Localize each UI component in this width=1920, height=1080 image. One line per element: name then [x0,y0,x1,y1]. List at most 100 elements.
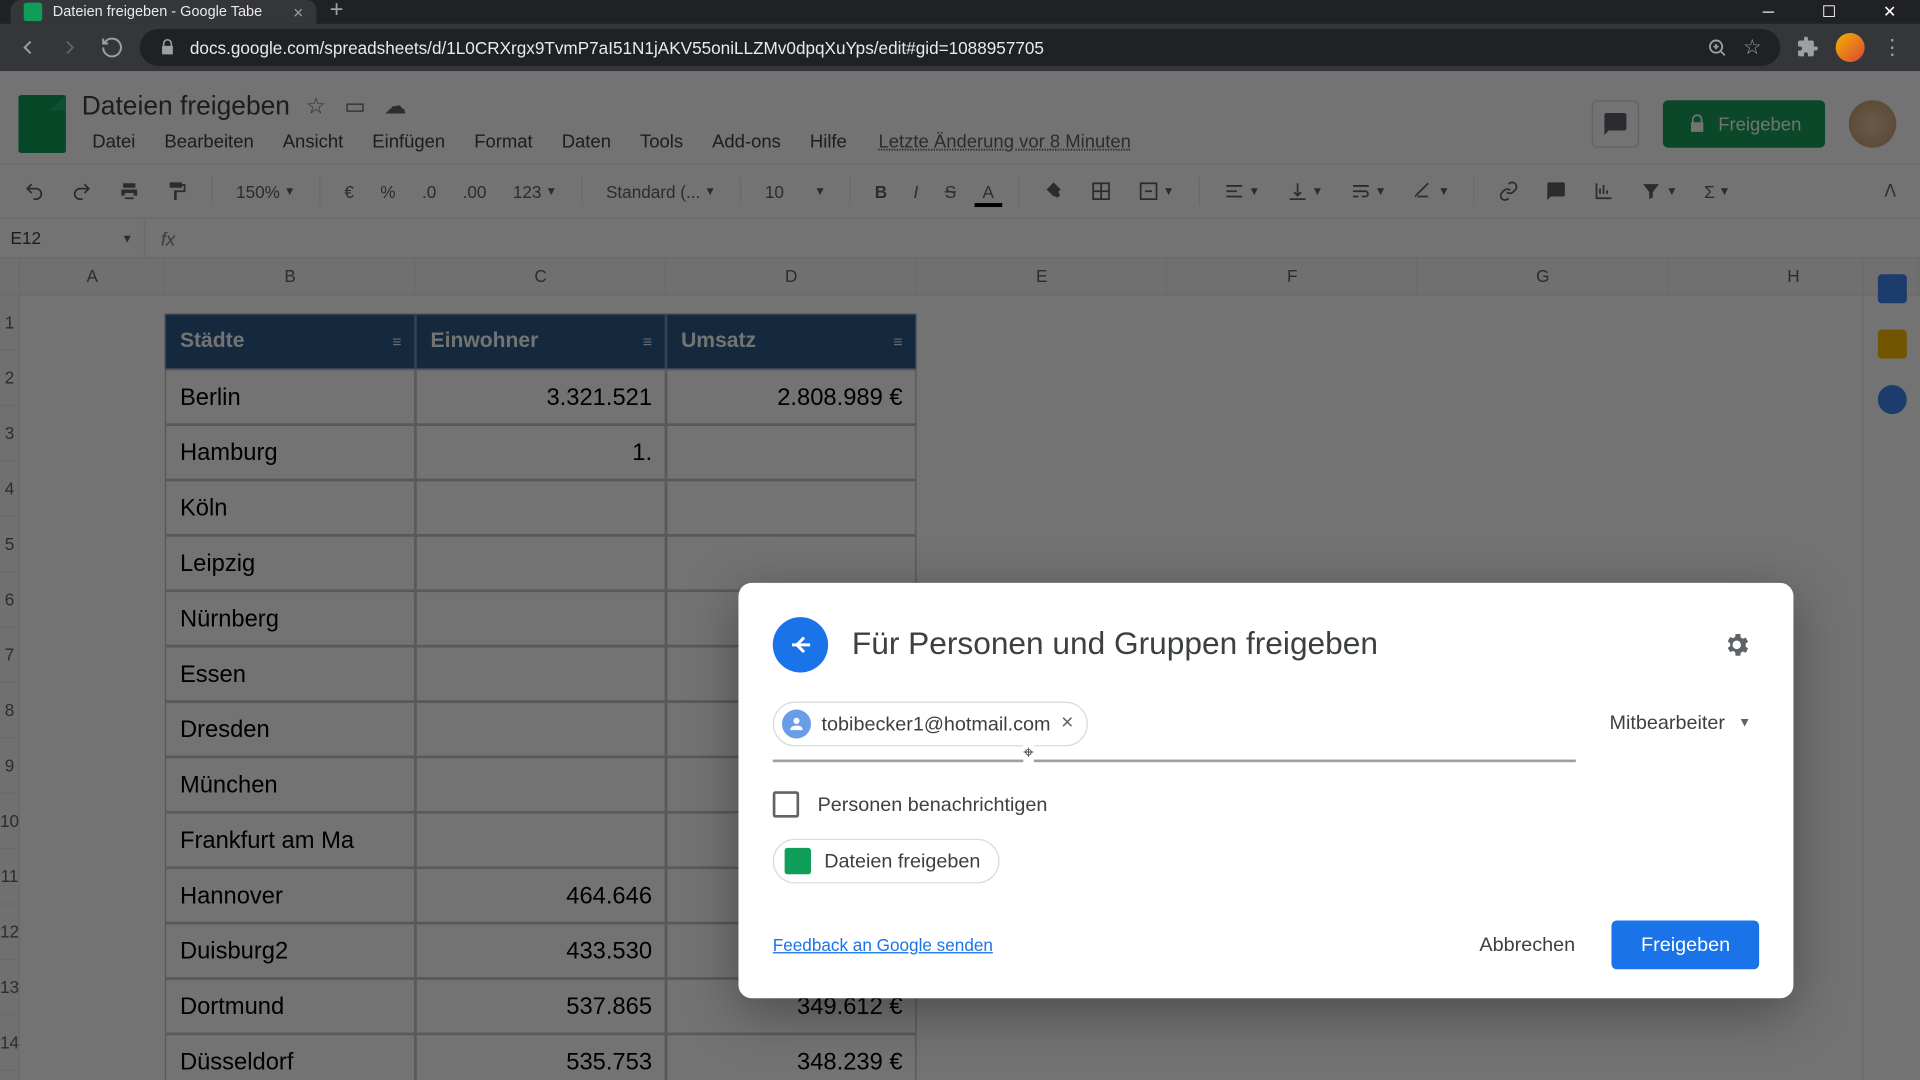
col-header[interactable]: B [165,258,416,294]
cell[interactable]: Essen [165,646,416,701]
cell[interactable]: Berlin [165,369,416,424]
bold-button[interactable]: B [867,176,895,206]
select-all-corner[interactable] [0,258,19,295]
col-header[interactable]: A [20,258,165,294]
cell[interactable]: 3.321.521 [416,369,667,424]
remove-recipient-icon[interactable]: × [1061,712,1073,736]
cell[interactable] [667,480,918,535]
row-header[interactable]: 9 [0,738,19,793]
tasks-addon-icon[interactable] [1877,385,1906,414]
filter-icon[interactable]: ≡ [392,332,401,350]
cell[interactable]: 537.865 [416,978,667,1033]
merge-button[interactable]: ▼ [1130,175,1183,207]
functions-button[interactable]: Σ ▼ [1696,176,1738,206]
menu-edit[interactable]: Bearbeiten [154,125,264,157]
row-header[interactable]: 4 [0,462,19,517]
col-header[interactable]: C [416,258,667,294]
row-header[interactable]: 11 [0,849,19,904]
row-header[interactable]: 8 [0,683,19,738]
table-row[interactable]: Düsseldorf 535.753 348.239 € [165,1034,917,1080]
document-title[interactable]: Dateien freigeben [82,92,290,122]
cell[interactable]: Nürnberg [165,591,416,646]
cell[interactable]: Düsseldorf [165,1034,416,1080]
minimize-button[interactable]: ─ [1738,0,1799,24]
menu-data[interactable]: Daten [551,125,621,157]
chart-button[interactable] [1586,175,1623,207]
redo-button[interactable] [63,175,100,207]
row-header[interactable]: 1 [0,295,19,350]
dialog-settings-button[interactable] [1714,622,1759,667]
zoom-select[interactable]: 150% ▼ [228,176,303,206]
cell[interactable]: Dresden [165,702,416,757]
star-icon[interactable]: ☆ [1743,34,1762,60]
table-row[interactable]: Hamburg 1. [165,425,917,480]
fill-color-button[interactable] [1035,175,1072,207]
percent-button[interactable]: % [372,176,403,206]
menu-file[interactable]: Datei [82,125,146,157]
role-select[interactable]: Mitbearbeiter ▼ [1602,702,1760,746]
star-doc-icon[interactable]: ☆ [306,94,326,120]
browser-profile-avatar[interactable] [1836,33,1865,62]
formula-input[interactable] [191,219,1920,257]
cell[interactable] [416,702,667,757]
recipients-input[interactable]: tobibecker1@hotmail.com × ⌖ [773,702,1575,763]
font-size-select[interactable]: 10 ▼ [757,176,834,206]
zoom-icon[interactable] [1706,37,1727,58]
filter-icon[interactable]: ≡ [893,332,902,350]
paint-format-button[interactable] [158,175,195,207]
account-avatar[interactable] [1849,100,1896,147]
link-button[interactable] [1491,175,1528,207]
cell[interactable] [416,646,667,701]
wrap-button[interactable]: ▼ [1342,175,1395,207]
cancel-button[interactable]: Abbrechen [1456,920,1599,969]
table-header-cell[interactable]: Umsatz≡ [667,314,918,369]
col-header[interactable]: E [917,258,1168,294]
row-header[interactable]: 5 [0,517,19,572]
close-window-button[interactable]: ✕ [1859,0,1920,24]
collapse-toolbar-button[interactable]: ᐱ [1877,175,1905,207]
table-row[interactable]: Köln [165,480,917,535]
filter-icon[interactable]: ≡ [643,332,652,350]
decrease-decimal-button[interactable]: .0 [414,176,444,206]
cell[interactable]: Hamburg [165,425,416,480]
borders-button[interactable] [1082,175,1119,207]
undo-button[interactable] [16,175,53,207]
filter-button[interactable]: ▼ [1633,175,1686,207]
col-header[interactable]: F [1168,258,1419,294]
menu-addons[interactable]: Add-ons [702,125,792,157]
row-header[interactable]: 15 [0,1071,19,1080]
italic-button[interactable]: I [906,176,927,206]
address-bar[interactable]: docs.google.com/spreadsheets/d/1L0CRXrgx… [140,29,1780,66]
font-select[interactable]: Standard (... ▼ [598,176,724,206]
cell[interactable]: 433.530 [416,923,667,978]
table-header-cell[interactable]: Städte≡ [165,314,416,369]
forward-icon[interactable] [55,33,84,62]
h-align-button[interactable]: ▼ [1215,175,1268,207]
cell[interactable]: Leipzig [165,535,416,590]
row-header[interactable]: 7 [0,628,19,683]
cell[interactable]: 348.239 € [667,1034,918,1080]
comments-button[interactable] [1592,100,1639,147]
browser-tab[interactable]: Dateien freigeben - Google Tabe × [11,0,317,24]
submit-share-button[interactable]: Freigeben [1612,920,1759,969]
new-tab-button[interactable]: + [316,0,356,24]
cell[interactable]: München [165,757,416,812]
back-icon[interactable] [13,33,42,62]
strike-button[interactable]: S [937,176,964,206]
cloud-status-icon[interactable]: ☁ [384,94,406,120]
col-header[interactable]: G [1418,258,1669,294]
row-header[interactable]: 10 [0,794,19,849]
share-button[interactable]: Freigeben [1663,100,1825,147]
row-header[interactable]: 6 [0,572,19,627]
notify-checkbox[interactable] [773,791,799,817]
cell[interactable] [416,812,667,867]
menu-view[interactable]: Ansicht [272,125,354,157]
move-doc-icon[interactable]: ▭ [344,94,365,120]
keep-addon-icon[interactable] [1877,330,1906,359]
number-format-select[interactable]: 123 ▼ [505,176,565,206]
text-color-button[interactable]: A [975,176,1002,206]
cell[interactable]: 464.646 [416,868,667,923]
cell[interactable] [416,480,667,535]
cell[interactable]: Hannover [165,868,416,923]
menu-insert[interactable]: Einfügen [362,125,456,157]
